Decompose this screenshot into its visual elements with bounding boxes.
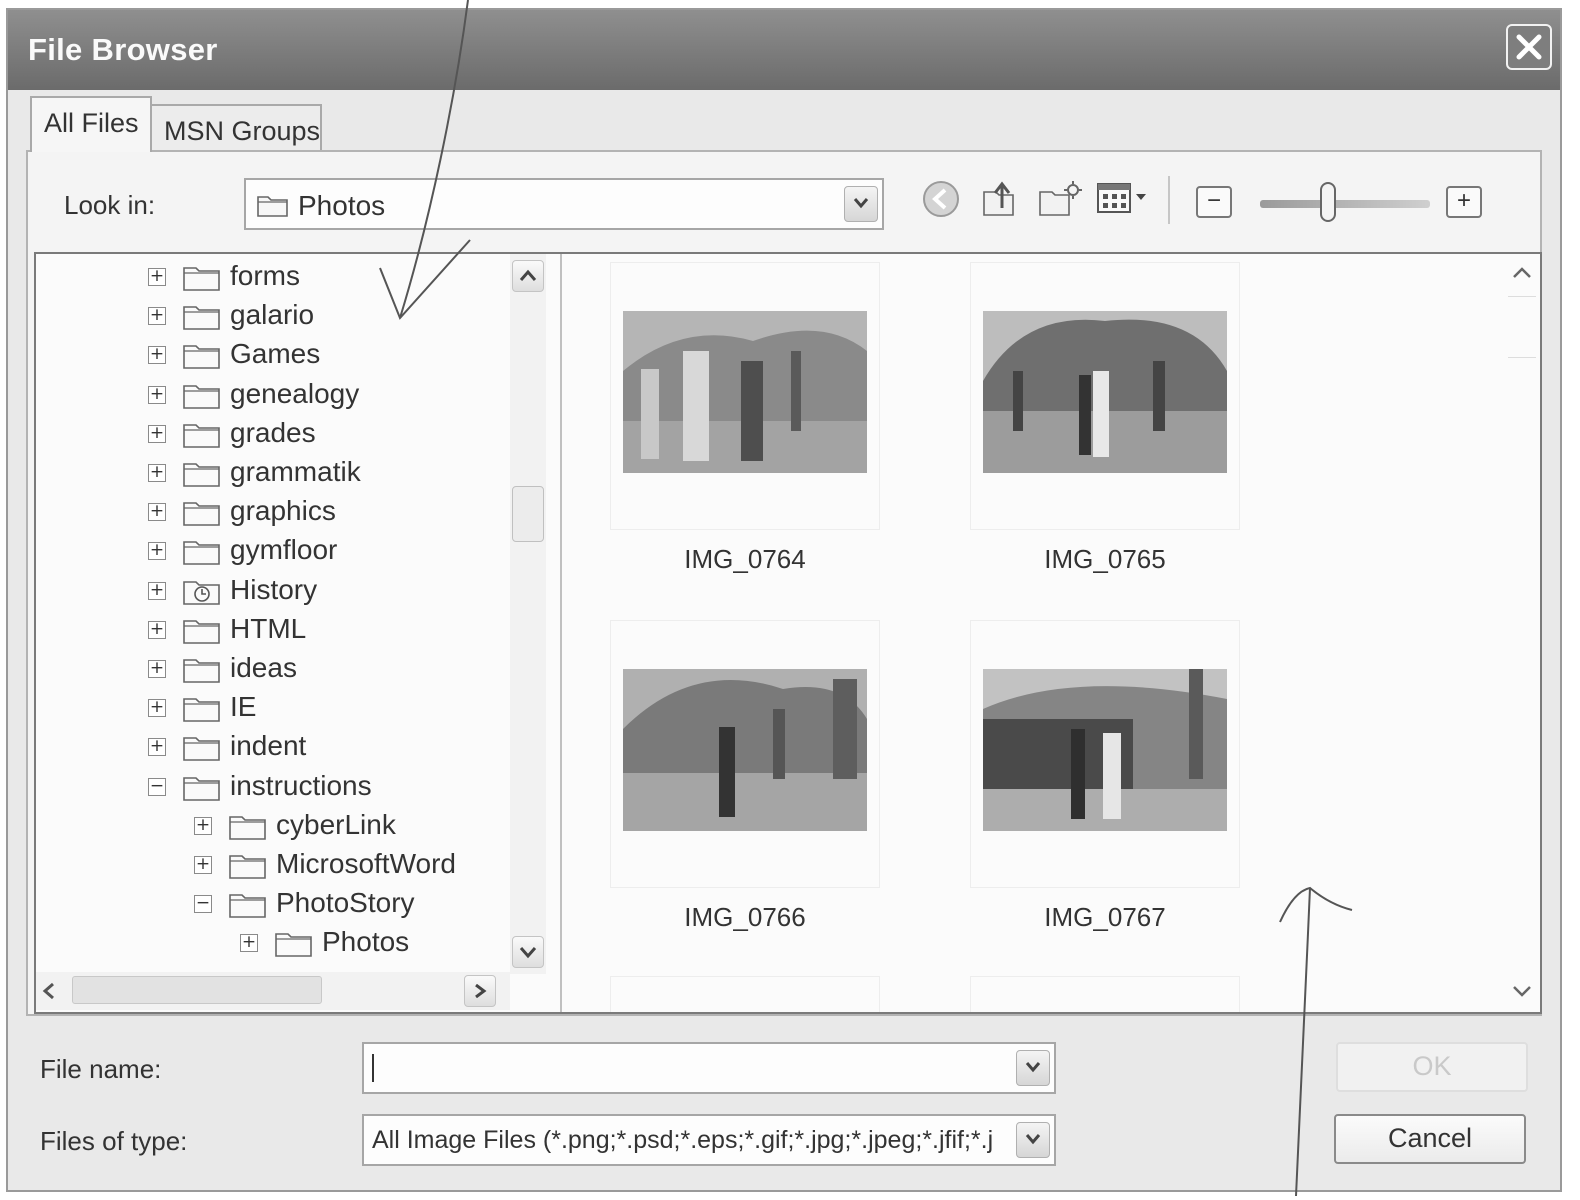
tab-all-files-label: All Files [44,108,139,138]
handwritten-annotation-arrows [379,0,1353,1197]
tab-all-files[interactable]: All Files [30,96,152,152]
